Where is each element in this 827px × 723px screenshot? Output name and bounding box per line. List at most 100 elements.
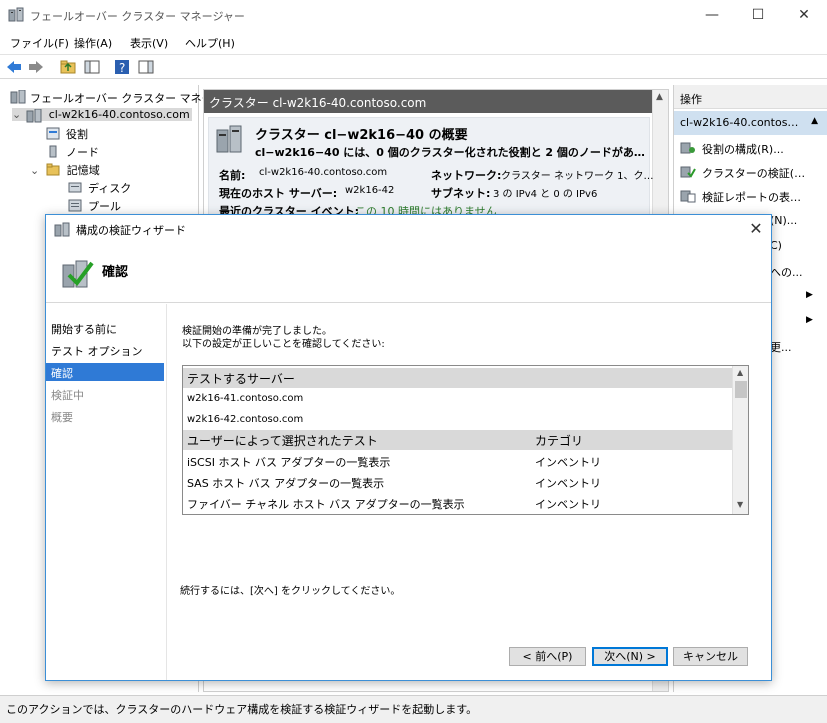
show-hide-tree-icon[interactable] <box>84 59 100 75</box>
folder-up-icon[interactable] <box>60 59 76 75</box>
close-window-button[interactable]: ✕ <box>781 0 827 31</box>
wizard-title: 構成の検証ウィザード <box>76 224 186 237</box>
tree-item-nodes[interactable]: ノード <box>46 144 99 160</box>
next-button[interactable]: 次へ(N) > <box>592 647 668 666</box>
validate-configuration-wizard: 構成の検証ウィザード ✕ 確認 開始する前に テスト オプション 確認 検証中 … <box>45 214 772 681</box>
host-value: w2k16-42 <box>345 185 395 196</box>
validate-cluster-icon <box>680 165 696 179</box>
tree-item-storage-label: 記憶域 <box>66 164 100 177</box>
tree-item-storage[interactable]: ⌄ 記憶域 <box>30 162 100 178</box>
step-before-you-begin[interactable]: 開始する前に <box>46 319 164 337</box>
intro-line-2: 以下の設定が正しいことを確認してください: <box>182 339 385 350</box>
menu-bar: ファイル(F) 操作(A) 表示(V) ヘルプ(H) <box>0 31 827 53</box>
roles-icon <box>46 127 60 140</box>
back-arrow-icon[interactable] <box>6 59 22 75</box>
list-vertical-scrollbar[interactable]: ▲ ▼ <box>732 366 748 514</box>
step-confirmation[interactable]: 確認 <box>46 363 164 381</box>
test-name: ファイバー チャネル ホスト バス アダプターの一覧表示 <box>187 498 465 511</box>
title-bar: フェールオーバー クラスター マネージャー — ☐ ✕ <box>0 0 827 31</box>
help-icon[interactable]: ? <box>114 59 130 75</box>
menu-help[interactable]: ヘルプ(H) <box>185 35 235 51</box>
action-validate-cluster-label: クラスターの検証(… <box>702 167 806 180</box>
report-icon <box>680 189 696 203</box>
cluster-icon <box>26 108 42 123</box>
tree-item-roles[interactable]: 役割 <box>46 126 88 142</box>
list-item: w2k16-42.contoso.com <box>183 409 732 430</box>
menu-action[interactable]: 操作(A) <box>74 35 112 51</box>
storage-icon <box>46 163 60 176</box>
summary-title: クラスター cl−w2k16−40 の概要 <box>255 128 468 143</box>
tests-header-label: ユーザーによって選択されたテスト <box>187 434 378 448</box>
wizard-steps: 開始する前に テスト オプション 確認 検証中 概要 <box>46 304 166 680</box>
actions-cluster-label: cl-w2k16-40.contos… <box>680 116 799 129</box>
tree-item-cluster-label: cl-w2k16-40.contoso.com <box>48 108 190 121</box>
wizard-body: 検証開始の準備が完了しました。 以下の設定が正しいことを確認してください: テス… <box>166 304 771 680</box>
center-header: クラスター cl-w2k16-40.contoso.com <box>204 90 652 113</box>
show-hide-action-pane-icon[interactable] <box>138 59 154 75</box>
confirmation-list[interactable]: テストするサーバー w2k16-41.contoso.com w2k16-42.… <box>182 365 749 515</box>
action-view-validation-report-label: 検証レポートの表… <box>702 191 801 204</box>
server-name: w2k16-42.contoso.com <box>187 414 304 425</box>
toolbar: ? <box>0 54 827 79</box>
subnet-label: サブネット: <box>431 187 491 200</box>
tree-item-pools[interactable]: プール <box>68 198 121 214</box>
test-name: SAS ホスト バス アダプターの一覧表示 <box>187 477 385 490</box>
tree-item-disks[interactable]: ディスク <box>68 180 131 196</box>
network-value: クラスター ネットワーク 1、ク… <box>501 171 654 182</box>
menu-view[interactable]: 表示(V) <box>130 35 168 51</box>
actions-header: 操作 <box>674 85 827 109</box>
tree-item-cluster[interactable]: ⌄ cl-w2k16-40.contoso.com <box>12 108 192 123</box>
cluster-manager-icon <box>10 89 26 104</box>
scroll-up-icon[interactable]: ▲ <box>656 92 663 102</box>
status-bar: このアクションでは、クラスターのハードウェア構成を検証する検証ウィザードを起動し… <box>0 695 827 723</box>
cancel-button[interactable]: キャンセル <box>673 647 748 666</box>
step-validating: 検証中 <box>51 389 84 402</box>
actions-cluster-section[interactable]: cl-w2k16-40.contos… ▲ <box>674 111 827 135</box>
back-button[interactable]: < 前へ(P) <box>509 647 586 666</box>
test-category: インベントリ <box>535 498 601 511</box>
subnet-value: 3 の IPv4 と 0 の IPv6 <box>493 189 598 200</box>
action-item-6[interactable]: への... <box>770 264 803 280</box>
test-category: インベントリ <box>535 456 601 469</box>
forward-arrow-icon[interactable] <box>28 59 44 75</box>
validation-check-icon <box>60 257 94 291</box>
submenu-arrow-icon[interactable]: ▶ <box>806 315 813 325</box>
wizard-app-icon <box>54 222 70 238</box>
collapse-up-icon[interactable]: ▲ <box>811 116 818 126</box>
menu-file[interactable]: ファイル(F) <box>10 35 69 51</box>
action-view-validation-report[interactable]: 検証レポートの表… <box>680 189 801 205</box>
submenu-arrow-icon[interactable]: ▶ <box>806 290 813 300</box>
table-row: ファイバー チャネル ホスト バス アダプターの一覧表示 インベントリ <box>183 493 732 514</box>
action-configure-role-label: 役割の構成(R)... <box>702 143 784 156</box>
network-label: ネットワーク: <box>431 169 502 182</box>
window-title: フェールオーバー クラスター マネージャー <box>30 10 245 23</box>
wizard-close-button[interactable]: ✕ <box>746 219 766 239</box>
status-text: このアクションでは、クラスターのハードウェア構成を検証する検証ウィザードを起動し… <box>6 703 478 716</box>
action-item-7[interactable]: 更... <box>770 339 792 355</box>
servers-header: テストするサーバー <box>183 368 732 388</box>
action-configure-role[interactable]: 役割の構成(R)... <box>680 141 784 157</box>
action-item-4[interactable]: (N)... <box>770 214 797 227</box>
category-header-label: カテゴリ <box>535 434 584 448</box>
name-label: 名前: <box>219 169 246 182</box>
chevron-down-icon[interactable]: ⌄ <box>12 108 21 121</box>
test-category: インベントリ <box>535 477 601 490</box>
pool-icon <box>68 199 82 212</box>
continue-instruction: 続行するには、[次へ] をクリックしてください。 <box>180 586 401 597</box>
list-item: w2k16-41.contoso.com <box>183 388 732 409</box>
action-validate-cluster[interactable]: クラスターの検証(… <box>680 165 805 181</box>
maximize-button[interactable]: ☐ <box>735 0 781 31</box>
chevron-down-icon[interactable]: ⌄ <box>30 164 39 177</box>
step-test-options[interactable]: テスト オプション <box>46 341 164 359</box>
disk-icon <box>68 181 82 194</box>
minimize-button[interactable]: — <box>689 0 735 31</box>
cluster-server-icon <box>215 124 245 154</box>
tree-item-disks-label: ディスク <box>88 182 132 195</box>
scroll-down-icon[interactable]: ▼ <box>737 500 743 509</box>
wizard-header: 確認 <box>46 243 771 303</box>
svg-text:?: ? <box>119 61 125 75</box>
scrollbar-thumb[interactable] <box>735 381 747 398</box>
scroll-up-icon[interactable]: ▲ <box>737 368 743 377</box>
step-summary: 概要 <box>51 411 73 424</box>
wizard-heading: 確認 <box>102 265 129 280</box>
